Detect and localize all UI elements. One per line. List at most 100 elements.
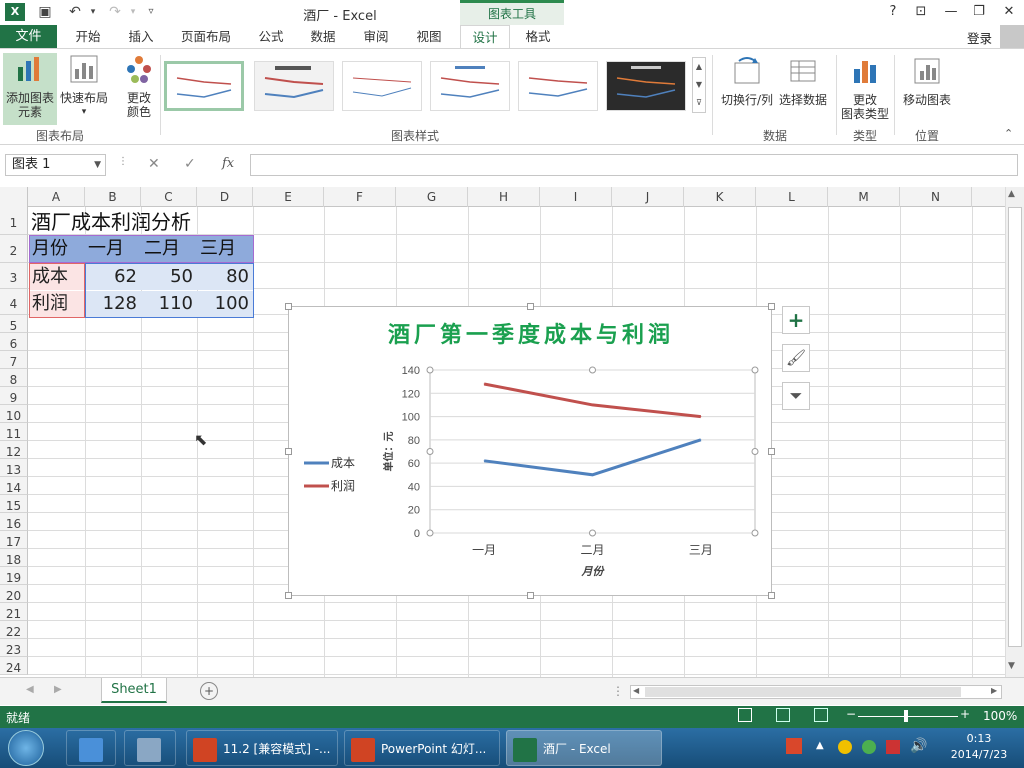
new-sheet-icon[interactable]: +: [200, 682, 218, 700]
tab-data[interactable]: 数据: [300, 25, 346, 48]
change-chart-type-button[interactable]: 更改 图表类型: [840, 55, 890, 121]
tray-security-icon[interactable]: [862, 740, 876, 754]
tab-review[interactable]: 审阅: [352, 25, 400, 48]
sheet-next-icon[interactable]: ▶: [54, 684, 62, 695]
volume-icon[interactable]: 🔊: [910, 738, 927, 754]
vertical-scrollbar[interactable]: ▲ ▼: [1005, 187, 1024, 677]
zoom-level[interactable]: 100%: [983, 709, 1017, 723]
page-layout-view-icon[interactable]: [776, 708, 790, 722]
chart-style-4[interactable]: [430, 61, 510, 111]
add-chart-element-button[interactable]: 添加图表 元素: [3, 53, 57, 125]
row-header-4[interactable]: 4: [0, 289, 28, 315]
minimize-icon[interactable]: —: [940, 3, 962, 21]
tab-design[interactable]: 设计: [460, 25, 510, 48]
row-header-17[interactable]: 17: [0, 531, 28, 549]
undo-icon[interactable]: ↶: [66, 3, 84, 21]
column-header-j[interactable]: J: [612, 187, 684, 207]
restore-icon[interactable]: ❐: [968, 3, 990, 21]
column-header-l[interactable]: L: [756, 187, 828, 207]
row-header-6[interactable]: 6: [0, 333, 28, 351]
zoom-in-icon[interactable]: +: [960, 707, 970, 721]
row-header-21[interactable]: 21: [0, 603, 28, 621]
tab-page-layout[interactable]: 页面布局: [170, 25, 242, 48]
chart-style-6[interactable]: [606, 61, 686, 111]
scroll-down-icon[interactable]: ▼: [1008, 661, 1015, 671]
enter-icon[interactable]: ✓: [184, 156, 196, 172]
row-header-11[interactable]: 11: [0, 423, 28, 441]
row-header-3[interactable]: 3: [0, 263, 28, 289]
column-header-k[interactable]: K: [684, 187, 756, 207]
split-handle-icon[interactable]: ⋮: [612, 684, 624, 698]
tab-view[interactable]: 视图: [406, 25, 452, 48]
row-header-22[interactable]: 22: [0, 621, 28, 639]
row-header-19[interactable]: 19: [0, 567, 28, 585]
horizontal-scrollbar[interactable]: ◀ ▶: [630, 685, 1002, 699]
column-header-i[interactable]: I: [540, 187, 612, 207]
column-header-a[interactable]: A: [28, 187, 85, 207]
chart-object[interactable]: 酒厂第一季度成本与利润 0 20 40 60 80 100 120 140 一月 二月 三月 成本 利润…: [285, 303, 775, 599]
ribbon-display-icon[interactable]: ⊡: [910, 3, 932, 21]
row-header-8[interactable]: 8: [0, 369, 28, 387]
sheet-tab-sheet1[interactable]: Sheet1: [101, 678, 167, 703]
column-header-h[interactable]: H: [468, 187, 540, 207]
chart-style-3[interactable]: [342, 61, 422, 111]
start-button-icon[interactable]: [8, 730, 44, 766]
resize-handle-n[interactable]: [527, 303, 534, 310]
insert-function-icon[interactable]: fx: [222, 156, 234, 171]
taskbar-item-ppt1[interactable]: 11.2 [兼容模式] -...: [186, 730, 338, 766]
page-break-view-icon[interactable]: [814, 708, 828, 722]
taskbar-desktop-icon[interactable]: [66, 730, 116, 766]
zoom-slider[interactable]: [858, 716, 958, 717]
resize-handle-w[interactable]: [285, 448, 292, 455]
customize-toolbar-icon[interactable]: ▿: [142, 3, 160, 21]
resize-handle-ne[interactable]: [768, 303, 775, 310]
chart-filters-funnel-icon[interactable]: ⏷: [782, 382, 810, 410]
style-gallery-scroll[interactable]: ▲ ▼ ⊽: [692, 57, 706, 113]
name-box-dropdown-icon[interactable]: ▼: [94, 155, 101, 175]
tab-insert[interactable]: 插入: [118, 25, 164, 48]
column-header-g[interactable]: G: [396, 187, 468, 207]
column-header-f[interactable]: F: [324, 187, 396, 207]
chart-style-5[interactable]: [518, 61, 598, 111]
collapse-ribbon-icon[interactable]: ⌃: [1004, 127, 1013, 140]
row-header-23[interactable]: 23: [0, 639, 28, 657]
redo-dropdown-icon[interactable]: ▾: [124, 3, 142, 21]
row-header-12[interactable]: 12: [0, 441, 28, 459]
row-header-15[interactable]: 15: [0, 495, 28, 513]
cancel-icon[interactable]: ✕: [148, 156, 160, 172]
login-link[interactable]: 登录: [967, 28, 992, 47]
chart-styles-brush-icon[interactable]: 🖌: [782, 344, 810, 372]
scroll-right-icon[interactable]: ▶: [991, 686, 997, 695]
save-icon[interactable]: ▣: [36, 3, 54, 21]
sheet-prev-icon[interactable]: ◀: [26, 684, 34, 695]
row-header-24[interactable]: 24: [0, 657, 28, 675]
tab-format[interactable]: 格式: [514, 25, 562, 48]
scroll-left-icon[interactable]: ◀: [633, 686, 639, 695]
zoom-slider-thumb[interactable]: [904, 710, 908, 722]
row-header-1[interactable]: 1: [0, 207, 28, 235]
row-header-5[interactable]: 5: [0, 315, 28, 333]
help-icon[interactable]: ?: [882, 3, 904, 21]
redo-icon[interactable]: ↷: [106, 3, 124, 21]
row-header-16[interactable]: 16: [0, 513, 28, 531]
normal-view-icon[interactable]: [738, 708, 752, 722]
column-header-n[interactable]: N: [900, 187, 972, 207]
horizontal-scroll-thumb[interactable]: [645, 687, 961, 697]
row-header-10[interactable]: 10: [0, 405, 28, 423]
select-all-corner[interactable]: [0, 187, 28, 207]
taskbar-item-excel[interactable]: 酒厂 - Excel: [506, 730, 662, 766]
taskbar-clock[interactable]: 0:13 2014/7/23: [940, 731, 1018, 763]
sheet-title-cell[interactable]: 酒厂成本利润分析: [31, 209, 191, 235]
resize-handle-nw[interactable]: [285, 303, 292, 310]
row-header-7[interactable]: 7: [0, 351, 28, 369]
formula-input[interactable]: [250, 154, 1018, 176]
tray-app-icon[interactable]: [838, 740, 852, 754]
chart-style-2[interactable]: [254, 61, 334, 111]
avatar[interactable]: [1000, 25, 1024, 48]
zoom-out-icon[interactable]: −: [846, 707, 856, 721]
taskbar-item-ppt2[interactable]: PowerPoint 幻灯...: [344, 730, 500, 766]
tab-home[interactable]: 开始: [64, 25, 112, 48]
input-method-icon[interactable]: [786, 738, 802, 754]
row-header-9[interactable]: 9: [0, 387, 28, 405]
tab-formulas[interactable]: 公式: [248, 25, 294, 48]
